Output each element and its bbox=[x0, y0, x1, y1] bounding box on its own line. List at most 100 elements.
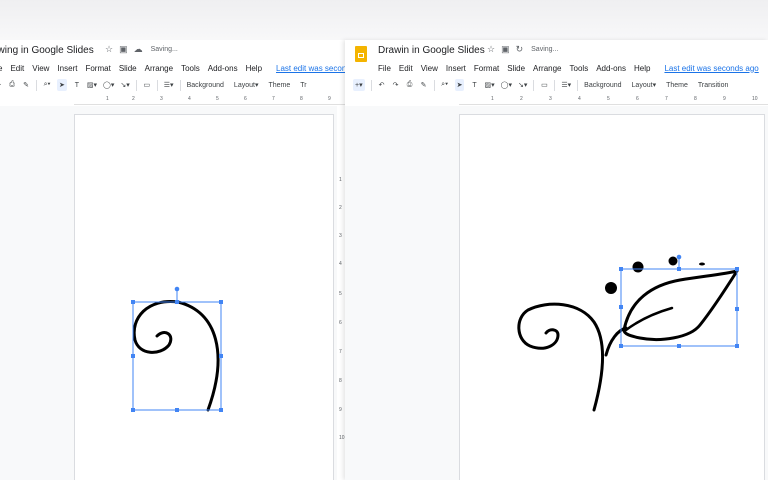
right-menu-view[interactable]: View bbox=[421, 64, 438, 73]
right-layout-button[interactable]: Layout▾ bbox=[632, 81, 657, 89]
shape-icon[interactable]: ◯▾ bbox=[501, 79, 512, 91]
ruler-tick-label: 4 bbox=[339, 261, 342, 267]
left-transition-button[interactable]: Tr bbox=[300, 82, 306, 89]
right-menu-tools[interactable]: Tools bbox=[570, 64, 589, 73]
left-menu-help[interactable]: Help bbox=[246, 64, 262, 73]
left-document-title[interactable]: awing in Google Slides bbox=[0, 45, 94, 56]
move-to-folder-icon[interactable]: ▣ bbox=[501, 44, 510, 55]
right-transition-button[interactable]: Transition bbox=[698, 82, 728, 89]
right-menu-slide[interactable]: Slide bbox=[507, 64, 525, 73]
shape-icon[interactable]: ◯▾ bbox=[103, 79, 114, 91]
right-menu-format[interactable]: Format bbox=[474, 64, 499, 73]
resize-handle[interactable] bbox=[219, 408, 223, 412]
right-menu-addons[interactable]: Add-ons bbox=[596, 64, 626, 73]
right-background-button[interactable]: Background bbox=[584, 82, 621, 89]
sync-saving-icon: ↻ bbox=[515, 44, 524, 54]
leaf-outline-stroke[interactable] bbox=[622, 269, 739, 341]
right-document-title[interactable]: Drawin in Google Slides bbox=[378, 45, 485, 56]
left-theme-button[interactable]: Theme bbox=[268, 82, 290, 89]
right-layout-label: Layout bbox=[631, 82, 653, 89]
ruler-tick-label: 1 bbox=[106, 96, 109, 102]
resize-handle[interactable] bbox=[677, 267, 681, 271]
left-menu-edit[interactable]: Edit bbox=[10, 64, 24, 73]
resize-handle[interactable] bbox=[619, 344, 623, 348]
right-menu-file[interactable]: File bbox=[378, 64, 391, 73]
select-cursor-icon[interactable]: ➤ bbox=[454, 79, 465, 91]
right-menu-help[interactable]: Help bbox=[634, 64, 650, 73]
resize-handle[interactable] bbox=[219, 300, 223, 304]
left-menu-view[interactable]: View bbox=[32, 64, 49, 73]
ink-dot[interactable] bbox=[605, 282, 617, 294]
rotation-handle[interactable] bbox=[676, 254, 682, 260]
border-weight-icon[interactable]: ☰▾ bbox=[164, 79, 174, 91]
add-icon[interactable]: +▾ bbox=[353, 79, 365, 91]
right-menu-insert[interactable]: Insert bbox=[446, 64, 466, 73]
left-layout-button[interactable]: Layout▾ bbox=[234, 81, 259, 89]
zoom-icon[interactable]: ⌕▾ bbox=[441, 79, 449, 91]
left-menu-format[interactable]: Format bbox=[85, 64, 110, 73]
resize-handle[interactable] bbox=[735, 307, 739, 311]
resize-handle[interactable] bbox=[175, 300, 179, 304]
ruler-tick-label: 2 bbox=[132, 96, 135, 102]
zoom-icon[interactable]: ⌕▾ bbox=[43, 79, 51, 91]
left-canvas-area[interactable] bbox=[0, 106, 337, 480]
resize-handle[interactable] bbox=[735, 344, 739, 348]
right-theme-button[interactable]: Theme bbox=[666, 82, 688, 89]
left-menu-insert[interactable]: Insert bbox=[57, 64, 77, 73]
left-title-icons: ☆ ▣ ☁ Saving... bbox=[105, 44, 178, 55]
ruler-tick-label: 3 bbox=[549, 96, 552, 102]
rotation-handle[interactable] bbox=[174, 286, 180, 292]
line-icon[interactable]: ↘▾ bbox=[120, 79, 129, 91]
ruler-tick-label: 7 bbox=[339, 349, 342, 355]
paint-format-icon[interactable]: ✎ bbox=[420, 79, 428, 91]
left-last-edit-link[interactable]: Last edit was seconds ago bbox=[276, 64, 345, 73]
resize-handle[interactable] bbox=[735, 267, 739, 271]
select-cursor-icon[interactable]: ➤ bbox=[57, 79, 67, 91]
spiral-curve-stroke[interactable] bbox=[132, 300, 220, 412]
ink-dot[interactable] bbox=[632, 261, 644, 273]
resize-handle[interactable] bbox=[619, 267, 623, 271]
star-icon[interactable]: ☆ bbox=[105, 44, 113, 55]
resize-handle[interactable] bbox=[131, 354, 135, 358]
ink-dot[interactable] bbox=[668, 256, 678, 266]
ruler-tick-label: 9 bbox=[339, 407, 342, 413]
resize-handle[interactable] bbox=[131, 300, 135, 304]
left-menu-arrange[interactable]: Arrange bbox=[145, 64, 173, 73]
right-canvas-area[interactable] bbox=[345, 106, 768, 480]
right-menu-edit[interactable]: Edit bbox=[399, 64, 413, 73]
resize-handle[interactable] bbox=[219, 354, 223, 358]
right-last-edit-link[interactable]: Last edit was seconds ago bbox=[664, 64, 758, 73]
print-icon[interactable]: ⎙ bbox=[406, 79, 414, 91]
image-icon[interactable]: ▨▾ bbox=[484, 79, 494, 91]
star-icon[interactable]: ☆ bbox=[487, 44, 495, 55]
resize-handle[interactable] bbox=[677, 344, 681, 348]
left-menu-slide[interactable]: Slide bbox=[119, 64, 137, 73]
text-box-icon[interactable]: T bbox=[470, 79, 478, 91]
ink-dot[interactable] bbox=[699, 262, 705, 266]
left-saving-status: Saving... bbox=[150, 46, 178, 53]
resize-handle[interactable] bbox=[131, 408, 135, 412]
left-menu-addons[interactable]: Add-ons bbox=[208, 64, 238, 73]
image-icon[interactable]: ▨▾ bbox=[87, 79, 97, 91]
line-icon[interactable]: ↘▾ bbox=[518, 79, 527, 91]
print-icon[interactable]: ⎙ bbox=[8, 79, 16, 91]
redo-icon[interactable]: ↷ bbox=[0, 79, 2, 91]
undo-icon[interactable]: ↶ bbox=[378, 79, 386, 91]
move-to-folder-icon[interactable]: ▣ bbox=[119, 44, 128, 55]
text-box-icon[interactable]: T bbox=[73, 79, 81, 91]
google-slides-logo[interactable] bbox=[355, 46, 367, 62]
right-menu-arrange[interactable]: Arrange bbox=[533, 64, 561, 73]
resize-handle[interactable] bbox=[175, 408, 179, 412]
comment-icon[interactable]: ▭ bbox=[540, 79, 548, 91]
border-weight-icon[interactable]: ☰▾ bbox=[561, 79, 571, 91]
spiral-stem-stroke[interactable] bbox=[517, 302, 605, 412]
paint-format-icon[interactable]: ✎ bbox=[22, 79, 30, 91]
right-menubar: File Edit View Insert Format Slide Arran… bbox=[345, 61, 768, 75]
comment-icon[interactable]: ▭ bbox=[143, 79, 151, 91]
left-menu-tools[interactable]: Tools bbox=[181, 64, 200, 73]
left-menu-file[interactable]: e bbox=[0, 64, 2, 73]
redo-icon[interactable]: ↷ bbox=[392, 79, 400, 91]
left-background-button[interactable]: Background bbox=[187, 82, 224, 89]
resize-handle[interactable] bbox=[619, 305, 623, 309]
leaf-vein-stroke[interactable] bbox=[624, 306, 674, 332]
